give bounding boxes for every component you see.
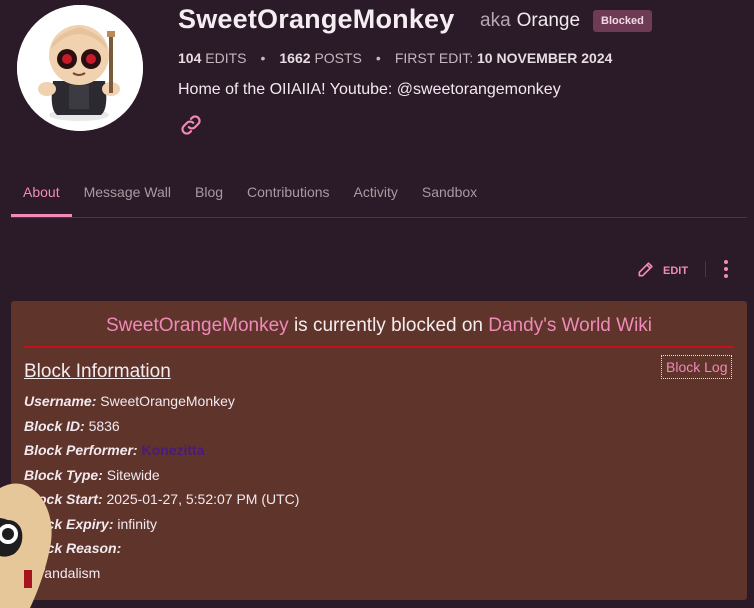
performer-link[interactable]: Konezitta <box>141 442 204 458</box>
tab-activity[interactable]: Activity <box>342 181 410 217</box>
toolbar-divider <box>705 261 706 277</box>
block-log-button[interactable]: Block Log <box>661 355 733 379</box>
aka-name: Orange <box>516 10 581 31</box>
tab-blog[interactable]: Blog <box>183 181 235 217</box>
block-row-username: Username: SweetOrangeMonkey <box>24 393 235 409</box>
notice-divider <box>24 346 734 348</box>
tab-contributions[interactable]: Contributions <box>235 181 342 217</box>
block-row-performer: Block Performer: Konezitta <box>24 442 204 458</box>
block-notice-title: SweetOrangeMonkey is currently blocked o… <box>11 315 747 337</box>
block-row-id: Block ID: 5836 <box>24 418 120 434</box>
row-value: 5836 <box>88 418 120 434</box>
row-value: Sitewide <box>106 467 160 483</box>
profile-tabs: About Message Wall Blog Contributions Ac… <box>11 181 747 218</box>
edits-label[interactable]: EDITS <box>205 50 246 66</box>
pencil-icon <box>636 259 656 282</box>
tab-sandbox[interactable]: Sandbox <box>410 181 489 217</box>
separator-dot: • <box>375 50 381 66</box>
aka-label: aka <box>480 10 511 31</box>
edits-count[interactable]: 104 <box>178 50 201 66</box>
link-chain-icon[interactable] <box>178 112 204 138</box>
block-notice-panel: SweetOrangeMonkey is currently blocked o… <box>11 301 747 600</box>
plush-mascot-overlay <box>0 478 70 608</box>
block-info-heading: Block Information <box>24 361 171 382</box>
profile-bio: Home of the OIIAIIA! Youtube: @sweetoran… <box>178 81 561 98</box>
profile-username: SweetOrangeMonkey <box>178 4 455 34</box>
posts-label[interactable]: POSTS <box>314 50 361 66</box>
status-badge: Blocked <box>593 10 652 32</box>
row-value: 2025-01-27, 5:52:07 PM (UTC) <box>106 491 300 507</box>
kebab-menu-icon[interactable] <box>720 259 732 279</box>
row-label: Username: <box>24 393 97 409</box>
row-label: Block ID: <box>24 418 85 434</box>
block-notice-middle: is currently blocked on <box>288 315 489 336</box>
row-label: Block Performer: <box>24 442 138 458</box>
aka-group: aka Orange Blocked <box>480 10 652 32</box>
row-value: SweetOrangeMonkey <box>100 393 235 409</box>
wiki-link[interactable]: Dandy's World Wiki <box>488 315 652 336</box>
tab-message-wall[interactable]: Message Wall <box>72 181 183 217</box>
profile-stats: 104 EDITS • 1662 POSTS • FIRST EDIT: 10 … <box>178 50 612 66</box>
avatar-image <box>17 5 143 131</box>
first-edit-date: 10 NOVEMBER 2024 <box>477 50 613 66</box>
edit-label: EDIT <box>663 264 689 277</box>
blocked-user-link[interactable]: SweetOrangeMonkey <box>106 315 289 336</box>
first-edit-label: FIRST EDIT: <box>394 50 474 66</box>
avatar[interactable] <box>17 5 143 131</box>
edit-button[interactable]: EDIT <box>636 259 688 282</box>
posts-count[interactable]: 1662 <box>279 50 310 66</box>
row-value: infinity <box>117 516 158 532</box>
separator-dot: • <box>260 50 266 66</box>
tab-about[interactable]: About <box>11 181 72 217</box>
